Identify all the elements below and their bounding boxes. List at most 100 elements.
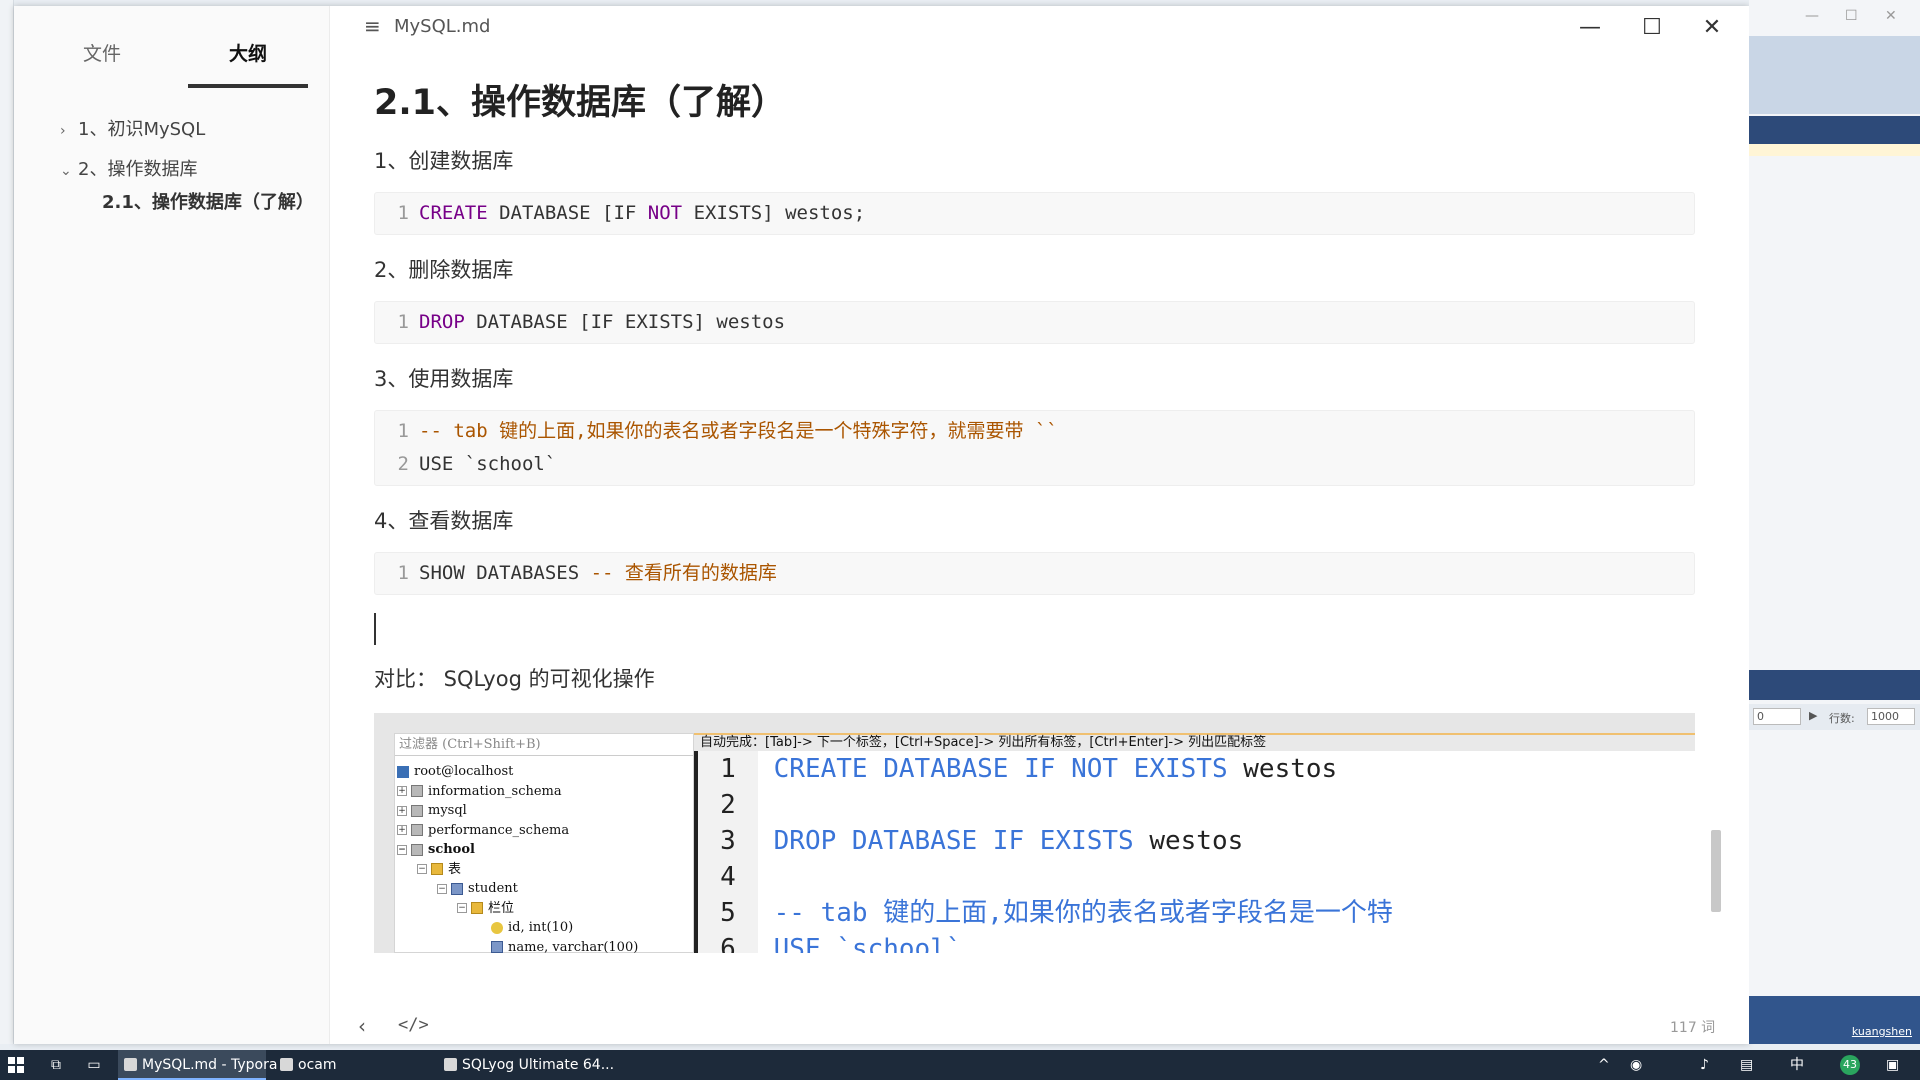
ocam-icon	[280, 1058, 293, 1071]
code-comment: -- tab 键的上面,如果你的表名或者字段名是一个特殊字符，就需要带 ``	[419, 420, 1058, 442]
network-icon[interactable]: ▤	[1740, 1050, 1753, 1080]
collapse-icon: −	[457, 903, 467, 913]
line-number: 1	[397, 420, 409, 442]
source-mode-button[interactable]: </>	[398, 1015, 429, 1035]
code-keyword: NOT	[647, 202, 683, 224]
folder-icon	[471, 902, 483, 914]
server-icon	[397, 765, 409, 778]
outline-item-label: 2、操作数据库	[78, 159, 198, 180]
database-icon	[411, 843, 423, 856]
taskbar-app-sqlyog[interactable]: SQLyog Ultimate 64...	[438, 1050, 614, 1080]
tree-node-label: mysql	[428, 803, 467, 818]
line-number: 1	[397, 311, 409, 333]
code-text: USE `school`	[419, 453, 557, 475]
sqlyog-code-line: 6 USE `school`	[698, 931, 1695, 953]
code-block-create[interactable]: 1 CREATE DATABASE [IF NOT EXISTS] westos;	[374, 192, 1695, 235]
tree-node: − 表	[395, 860, 693, 880]
key-icon	[491, 921, 503, 934]
play-icon[interactable]: ▶	[1809, 709, 1817, 722]
tree-node: + information_schema	[395, 782, 693, 802]
line-number: 1	[397, 202, 409, 224]
code-block-use[interactable]: 1 -- tab 键的上面,如果你的表名或者字段名是一个特殊字符，就需要带 `` …	[374, 410, 1695, 486]
scrollbar-thumb[interactable]	[1711, 830, 1721, 912]
sql-text: westos	[1133, 826, 1244, 856]
tree-node-label: name, varchar(100)	[508, 939, 639, 954]
taskbar-app-ocam[interactable]: ocam	[274, 1050, 434, 1080]
ime-language[interactable]: 中	[1790, 1050, 1804, 1080]
line-number: 4	[698, 859, 758, 895]
tab-files[interactable]: 文件	[42, 34, 162, 88]
sidebar-toggle-button[interactable]: ‹	[358, 1014, 366, 1038]
volume-icon[interactable]: ♪	[1700, 1050, 1709, 1080]
file-explorer-icon[interactable]: ▭	[82, 1050, 106, 1080]
outline-item-operate-database[interactable]: 2.1、操作数据库（了解）	[60, 190, 314, 244]
tab-outline[interactable]: 大纲	[188, 34, 308, 88]
sqlyog-code-line: 3 DROP DATABASE IF EXISTS westos	[698, 823, 1695, 859]
table-icon	[451, 882, 463, 895]
sidebar-tabs: 文件 大纲	[42, 34, 308, 88]
chevron-right-icon[interactable]: ›	[60, 111, 78, 151]
line-number: 3	[698, 823, 758, 859]
sql-keyword: DROP DATABASE IF EXISTS	[773, 826, 1134, 856]
bg-minimize-button[interactable]: —	[1805, 8, 1819, 24]
page-title: 2.1、操作数据库（了解）	[374, 83, 787, 123]
outline-list: › 1、初识MySQL ⌄ 2、操作数据库 2.1、操作数据库（了解）	[60, 110, 314, 244]
taskbar-app-label: ocam	[298, 1057, 337, 1073]
bg-strip	[1749, 144, 1920, 156]
tree-node: root@localhost	[395, 762, 693, 782]
sqlyog-query-editor: 自动完成：[Tab]-> 下一个标签，[Ctrl+Space]-> 列出所有标签…	[694, 733, 1695, 953]
expand-icon: +	[397, 825, 407, 835]
task-view-icon[interactable]: ⧉	[44, 1050, 68, 1080]
code-text: EXISTS] westos;	[682, 202, 866, 224]
sqlyog-screenshot-image: 过滤器 (Ctrl+Shift+B) root@localhost + infor…	[374, 713, 1695, 953]
collapse-icon: −	[417, 864, 427, 874]
bg-username: kuangshen	[1851, 1025, 1912, 1038]
statusbar: ‹ </> 117 词	[330, 1006, 1749, 1044]
outline-item-database[interactable]: ⌄ 2、操作数据库	[60, 150, 310, 190]
code-block-show[interactable]: 1 SHOW DATABASES -- 查看所有的数据库	[374, 552, 1695, 595]
line-number: 2	[698, 787, 758, 823]
taskbar-app-typora[interactable]: MySQL.md - Typora	[118, 1050, 277, 1080]
word-count[interactable]: 117 词	[1670, 1017, 1715, 1037]
section-title-use: 3、使用数据库	[374, 367, 514, 391]
bg-offset-input[interactable]: 0	[1753, 708, 1801, 725]
chevron-down-icon[interactable]: ⌄	[60, 151, 78, 191]
bg-maximize-button[interactable]: ☐	[1845, 8, 1858, 24]
windows-start-icon[interactable]	[8, 1057, 24, 1073]
minimize-button[interactable]: —	[1570, 12, 1610, 44]
bg-rowcount-input[interactable]: 1000	[1867, 708, 1915, 725]
notification-badge[interactable]: 43	[1840, 1055, 1860, 1075]
sqlyog-code: 1 CREATE DATABASE IF NOT EXISTS westos 2…	[694, 751, 1695, 953]
desktop: 文件 大纲 › 1、初识MySQL ⌄ 2、操作数据库 2.1、操作数据库（了解） …	[0, 0, 1920, 1080]
tree-node-label: root@localhost	[414, 764, 514, 779]
document-title: MySQL.md	[394, 16, 491, 37]
hamburger-icon[interactable]: ≡	[364, 16, 386, 36]
document-content[interactable]: 2.1、操作数据库（了解） 1、创建数据库 1 CREATE DATABASE […	[374, 62, 1695, 953]
code-text: SHOW DATABASES	[419, 562, 591, 584]
chevron-up-icon[interactable]: ^	[1598, 1050, 1610, 1080]
code-line: 1 CREATE DATABASE [IF NOT EXISTS] westos;	[375, 197, 1694, 230]
text-caret	[374, 613, 376, 645]
section-title-show: 4、查看数据库	[374, 509, 514, 533]
tree-node: + mysql	[395, 801, 693, 821]
tree-node-label: performance_schema	[428, 822, 570, 838]
code-keyword: DROP	[419, 311, 465, 333]
outline-item-label: 1、初识MySQL	[78, 119, 206, 140]
action-center-icon[interactable]: ▣	[1886, 1050, 1899, 1080]
tree-node-label: school	[428, 842, 475, 857]
sqlyog-code-line: 1 CREATE DATABASE IF NOT EXISTS westos	[698, 751, 1695, 787]
taskbar-app-label: SQLyog Ultimate 64...	[462, 1057, 615, 1073]
close-button[interactable]: ✕	[1692, 12, 1732, 44]
outline-item-intro[interactable]: › 1、初识MySQL	[60, 110, 310, 150]
bg-row-label: 行数:	[1829, 712, 1855, 725]
sql-text: USE `school`	[773, 934, 962, 953]
sqlyog-code-line: 5 -- tab 键的上面,如果你的表名或者字段名是一个特	[698, 895, 1695, 931]
bg-close-button[interactable]: ✕	[1885, 8, 1897, 24]
sidebar: 文件 大纲 › 1、初识MySQL ⌄ 2、操作数据库 2.1、操作数据库（了解）	[14, 6, 330, 1044]
maximize-button[interactable]: ☐	[1632, 12, 1672, 44]
tree-node: id, int(10)	[395, 918, 693, 938]
section-title-drop: 2、删除数据库	[374, 258, 514, 282]
record-icon[interactable]: ◉	[1630, 1050, 1642, 1080]
code-block-drop[interactable]: 1 DROP DATABASE [IF EXISTS] westos	[374, 301, 1695, 344]
database-icon	[411, 824, 423, 836]
